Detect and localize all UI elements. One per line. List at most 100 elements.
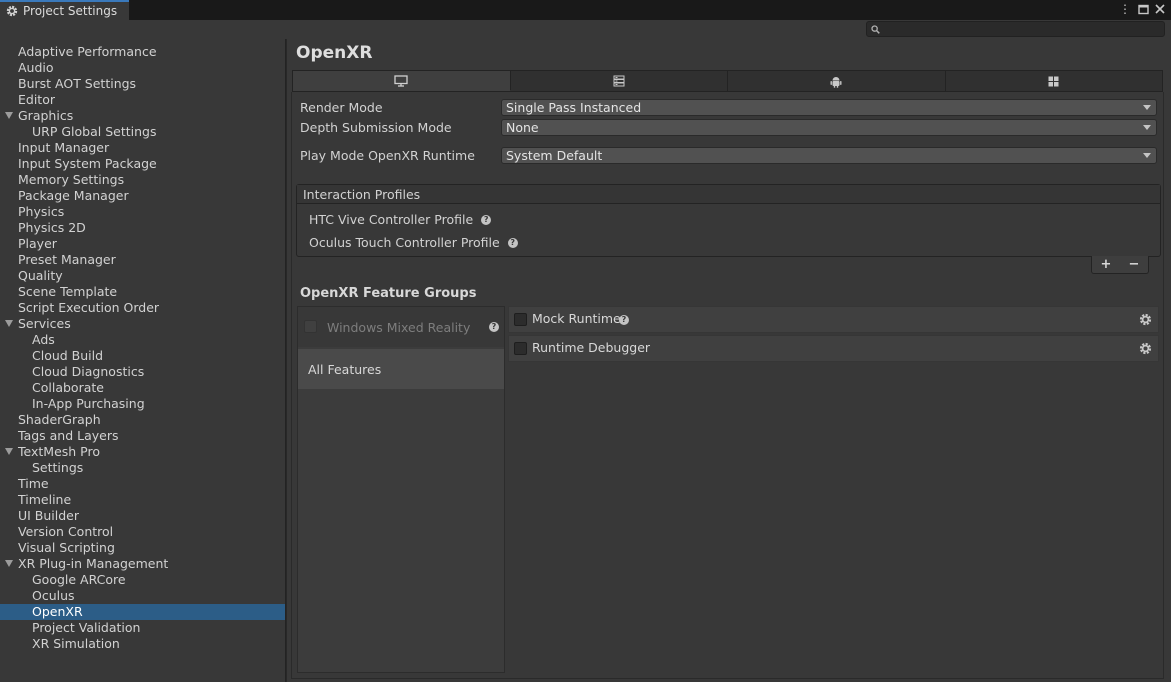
sidebar-item-physics[interactable]: Physics xyxy=(0,204,285,220)
expand-arrow-icon[interactable] xyxy=(5,112,13,119)
chevron-down-icon xyxy=(1143,105,1151,110)
sidebar-item-graphics[interactable]: Graphics xyxy=(0,108,285,124)
expand-arrow-icon[interactable] xyxy=(5,560,13,567)
chevron-down-icon xyxy=(1143,153,1151,158)
sidebar-item-label: Preset Manager xyxy=(18,252,116,267)
remove-profile-button[interactable]: − xyxy=(1126,257,1142,273)
render-mode-label: Render Mode xyxy=(300,100,383,115)
sidebar-item-in-app-purchasing[interactable]: In-App Purchasing xyxy=(0,396,285,412)
tab-dedicated-server[interactable] xyxy=(510,71,728,91)
android-icon xyxy=(830,76,842,88)
settings-sidebar: Adaptive Performance Audio Burst AOT Setti… xyxy=(0,39,286,682)
sidebar-item-visual-scripting[interactable]: Visual Scripting xyxy=(0,540,285,556)
close-icon[interactable] xyxy=(1153,1,1167,17)
sidebar-item-project-validation[interactable]: Project Validation xyxy=(0,620,285,636)
sidebar-item-label: Visual Scripting xyxy=(18,540,115,555)
sidebar-item-collaborate[interactable]: Collaborate xyxy=(0,380,285,396)
desktop-icon xyxy=(394,74,408,87)
sidebar-item-timeline[interactable]: Timeline xyxy=(0,492,285,508)
sidebar-item-quality[interactable]: Quality xyxy=(0,268,285,284)
settings-content: OpenXR Render Mode Single Pass Instanced… xyxy=(287,39,1171,682)
search-box[interactable] xyxy=(866,21,1165,37)
sidebar-item-audio[interactable]: Audio xyxy=(0,60,285,76)
sidebar-item-label: UI Builder xyxy=(18,508,80,523)
sidebar-item-label: Physics xyxy=(18,204,65,219)
sidebar-item-label: XR Plug-in Management xyxy=(18,556,169,571)
feature-row-mock-runtime: Mock Runtime ? xyxy=(508,306,1159,333)
depth-submission-dropdown[interactable]: None xyxy=(501,119,1157,136)
sidebar-item-time[interactable]: Time xyxy=(0,476,285,492)
sidebar-item-urp-global-settings[interactable]: URP Global Settings xyxy=(0,124,285,140)
tab-windows[interactable] xyxy=(945,71,1162,91)
sidebar-item-label: Editor xyxy=(18,92,55,107)
list-item[interactable]: Oculus Touch Controller Profile ? xyxy=(309,235,518,250)
feature-group-windows-mixed-reality[interactable]: Windows Mixed Reality ? xyxy=(298,307,504,347)
project-settings-tab[interactable]: Project Settings xyxy=(0,0,129,20)
sidebar-item-label: Oculus xyxy=(32,588,75,603)
sidebar-item-label: Input System Package xyxy=(18,156,157,171)
sidebar-item-label: Timeline xyxy=(18,492,72,507)
sidebar-item-label: Scene Template xyxy=(18,284,118,299)
feature-checkbox[interactable] xyxy=(514,342,527,355)
sidebar-item-version-control[interactable]: Version Control xyxy=(0,524,285,540)
help-icon[interactable]: ? xyxy=(481,214,492,225)
features-list: Mock Runtime ? Runtime Debugger xyxy=(508,306,1159,673)
add-profile-button[interactable]: + xyxy=(1098,257,1114,273)
sidebar-item-label: Input Manager xyxy=(18,140,110,155)
sidebar-item-xr-plug-in-management[interactable]: XR Plug-in Management xyxy=(0,556,285,572)
sidebar-item-input-manager[interactable]: Input Manager xyxy=(0,140,285,156)
sidebar-item-burst-aot-settings[interactable]: Burst AOT Settings xyxy=(0,76,285,92)
expand-arrow-icon[interactable] xyxy=(5,448,13,455)
sidebar-item-textmesh-pro[interactable]: TextMesh Pro xyxy=(0,444,285,460)
sidebar-item-input-system-package[interactable]: Input System Package xyxy=(0,156,285,172)
feature-checkbox[interactable] xyxy=(514,313,527,326)
sidebar-item-label: Ads xyxy=(32,332,55,347)
feature-group-all-features[interactable]: All Features xyxy=(298,349,504,389)
tab-android[interactable] xyxy=(728,71,946,91)
sidebar-item-services[interactable]: Services xyxy=(0,316,285,332)
chevron-down-icon xyxy=(1143,125,1151,130)
render-mode-dropdown[interactable]: Single Pass Instanced xyxy=(501,99,1157,116)
sidebar-item-cloud-build[interactable]: Cloud Build xyxy=(0,348,285,364)
gear-icon[interactable] xyxy=(1139,313,1152,326)
sidebar-item-cloud-diagnostics[interactable]: Cloud Diagnostics xyxy=(0,364,285,380)
search-icon xyxy=(871,25,880,34)
sidebar-item-label: Player xyxy=(18,236,57,251)
sidebar-item-google-arcore[interactable]: Google ARCore xyxy=(0,572,285,588)
sidebar-item-tags-and-layers[interactable]: Tags and Layers xyxy=(0,428,285,444)
help-icon[interactable]: ? xyxy=(507,237,518,248)
expand-arrow-icon[interactable] xyxy=(5,320,13,327)
sidebar-item-physics-2d[interactable]: Physics 2D xyxy=(0,220,285,236)
list-item[interactable]: HTC Vive Controller Profile ? xyxy=(309,212,492,227)
feature-row-runtime-debugger: Runtime Debugger xyxy=(508,335,1159,362)
help-icon[interactable]: ? xyxy=(489,322,499,332)
tab-desktop[interactable] xyxy=(293,71,511,91)
gear-icon[interactable] xyxy=(1139,342,1152,355)
sidebar-item-memory-settings[interactable]: Memory Settings xyxy=(0,172,285,188)
sidebar-item-scene-template[interactable]: Scene Template xyxy=(0,284,285,300)
sidebar-item-settings[interactable]: Settings xyxy=(0,460,285,476)
profile-label: HTC Vive Controller Profile xyxy=(309,212,474,227)
sidebar-item-player[interactable]: Player xyxy=(0,236,285,252)
help-icon[interactable]: ? xyxy=(619,315,629,325)
sidebar-item-label: OpenXR xyxy=(32,604,83,619)
sidebar-item-ads[interactable]: Ads xyxy=(0,332,285,348)
sidebar-item-adaptive-performance[interactable]: Adaptive Performance xyxy=(0,44,285,60)
sidebar-item-label: TextMesh Pro xyxy=(18,444,100,459)
group-checkbox[interactable] xyxy=(304,320,317,333)
sidebar-item-script-execution-order[interactable]: Script Execution Order xyxy=(0,300,285,316)
search-input[interactable] xyxy=(883,22,1161,36)
sidebar-item-openxr[interactable]: OpenXR xyxy=(0,604,285,620)
kebab-menu-icon[interactable]: ⋮ xyxy=(1118,1,1132,17)
sidebar-item-editor[interactable]: Editor xyxy=(0,92,285,108)
sidebar-item-preset-manager[interactable]: Preset Manager xyxy=(0,252,285,268)
sidebar-item-xr-simulation[interactable]: XR Simulation xyxy=(0,636,285,652)
sidebar-item-label: Version Control xyxy=(18,524,114,539)
play-mode-runtime-dropdown[interactable]: System Default xyxy=(501,147,1157,164)
maximize-icon[interactable] xyxy=(1136,1,1150,17)
sidebar-item-ui-builder[interactable]: UI Builder xyxy=(0,508,285,524)
sidebar-item-package-manager[interactable]: Package Manager xyxy=(0,188,285,204)
sidebar-item-oculus[interactable]: Oculus xyxy=(0,588,285,604)
sidebar-item-shadergraph[interactable]: ShaderGraph xyxy=(0,412,285,428)
depth-submission-label: Depth Submission Mode xyxy=(300,120,452,135)
